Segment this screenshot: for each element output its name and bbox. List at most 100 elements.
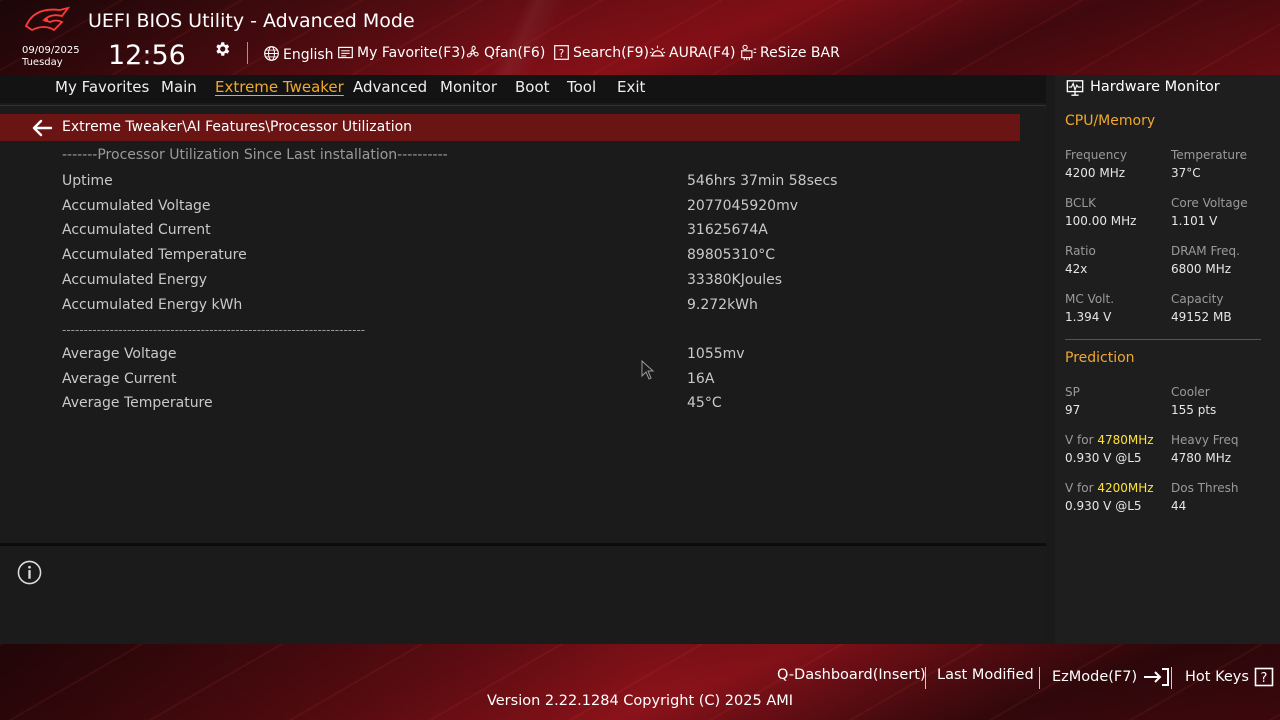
row-label: Average Temperature bbox=[62, 395, 213, 411]
hw-value-dram-freq: 6800 MHz bbox=[1171, 262, 1232, 276]
info-row-accumulated-energy-kwh[interactable]: Accumulated Energy kWh 9.272kWh bbox=[62, 297, 1022, 319]
hw-label-v-for-freq-1: V for 4780MHz bbox=[1065, 433, 1154, 447]
hw-value-v-for-freq-2: 0.930 V @L5 bbox=[1065, 499, 1142, 513]
info-row-accumulated-energy[interactable]: Accumulated Energy 33380KJoules bbox=[62, 272, 1022, 294]
hw-label-core-voltage: Core Voltage bbox=[1171, 196, 1248, 210]
v-for-freq-highlight: 4200MHz bbox=[1097, 481, 1154, 495]
row-label: Average Current bbox=[62, 371, 177, 387]
row-value: 1055mv bbox=[687, 346, 745, 362]
help-question-icon: ? bbox=[1254, 667, 1273, 687]
q-dashboard-button[interactable]: Q-Dashboard(Insert) bbox=[777, 667, 926, 683]
row-label: Accumulated Voltage bbox=[62, 198, 211, 214]
aura-button[interactable]: AURA(F4) bbox=[649, 44, 735, 61]
row-value: 16A bbox=[687, 371, 715, 387]
tab-advanced[interactable]: Advanced bbox=[353, 78, 427, 96]
date-display: 09/09/2025 Tuesday bbox=[22, 45, 80, 69]
hw-value-capacity: 49152 MB bbox=[1171, 310, 1232, 324]
hw-label-sp: SP bbox=[1065, 385, 1080, 399]
v-for-prefix: V for bbox=[1065, 433, 1098, 447]
my-favorite-button[interactable]: My Favorite(F3) bbox=[337, 44, 466, 61]
favorite-icon bbox=[338, 46, 353, 59]
section-header: -------Processor Utilization Since Last … bbox=[62, 147, 448, 163]
info-row-accumulated-temperature[interactable]: Accumulated Temperature 89805310°C bbox=[62, 247, 1022, 269]
hw-label-cooler: Cooler bbox=[1171, 385, 1210, 399]
tab-boot[interactable]: Boot bbox=[515, 78, 550, 96]
row-value: 546hrs 37min 58secs bbox=[687, 173, 838, 189]
hw-value-dos-thresh: 44 bbox=[1171, 499, 1187, 513]
hw-value-temperature: 37°C bbox=[1171, 166, 1201, 180]
hw-label-heavy-freq: Heavy Freq bbox=[1171, 433, 1239, 447]
footer-separator bbox=[1039, 667, 1040, 689]
exit-to-ezmode-icon bbox=[1143, 668, 1169, 686]
row-value: 89805310°C bbox=[687, 247, 776, 263]
back-arrow-icon[interactable] bbox=[31, 117, 53, 139]
info-row-average-current[interactable]: Average Current 16A bbox=[62, 371, 1022, 393]
gear-icon[interactable] bbox=[213, 40, 231, 58]
hardware-monitor-title: Hardware Monitor bbox=[1090, 79, 1220, 95]
svg-text:?: ? bbox=[1260, 671, 1267, 686]
hw-label-temperature: Temperature bbox=[1171, 148, 1248, 162]
row-value: 9.272kWh bbox=[687, 297, 758, 313]
prediction-heading: Prediction bbox=[1065, 350, 1135, 366]
row-label: Accumulated Energy kWh bbox=[62, 297, 243, 313]
tab-extreme-tweaker[interactable]: Extreme Tweaker bbox=[215, 78, 344, 96]
row-value: 31625674A bbox=[687, 222, 768, 238]
my-favorite-label: My Favorite(F3) bbox=[357, 44, 466, 61]
search-button[interactable]: ? Search(F9) bbox=[553, 44, 649, 61]
aura-icon bbox=[649, 45, 666, 57]
tab-monitor[interactable]: Monitor bbox=[440, 78, 497, 96]
globe-icon bbox=[264, 46, 279, 61]
qfan-button[interactable]: Qfan(F6) bbox=[464, 44, 545, 61]
tab-exit[interactable]: Exit bbox=[617, 78, 645, 96]
help-info-panel bbox=[0, 546, 1046, 644]
section-divider: ----------------------------------------… bbox=[62, 323, 366, 337]
hot-keys-label: Hot Keys bbox=[1185, 669, 1249, 685]
monitor-icon bbox=[1066, 80, 1084, 96]
search-label: Search(F9) bbox=[573, 44, 649, 61]
info-row-average-temperature[interactable]: Average Temperature 45°C bbox=[62, 395, 1022, 417]
svg-text:?: ? bbox=[559, 49, 564, 60]
row-label: Uptime bbox=[62, 173, 113, 189]
hw-value-heavy-freq: 4780 MHz bbox=[1171, 451, 1232, 465]
hw-value-core-voltage: 1.101 V bbox=[1171, 214, 1218, 228]
hw-value-bclk: 100.00 MHz bbox=[1065, 214, 1137, 228]
hw-value-v-for-freq-1: 0.930 V @L5 bbox=[1065, 451, 1142, 465]
row-label: Average Voltage bbox=[62, 346, 177, 362]
hw-value-frequency: 4200 MHz bbox=[1065, 166, 1126, 180]
resize-bar-icon bbox=[741, 44, 757, 61]
info-row-accumulated-voltage[interactable]: Accumulated Voltage 2077045920mv bbox=[62, 198, 1022, 220]
hw-value-cooler: 155 pts bbox=[1171, 403, 1217, 417]
resize-bar-label: ReSize BAR bbox=[760, 44, 840, 61]
ezmode-label: EzMode(F7) bbox=[1052, 669, 1138, 685]
app-title: UEFI BIOS Utility - Advanced Mode bbox=[88, 10, 415, 32]
tab-my-favorites[interactable]: My Favorites bbox=[55, 78, 149, 96]
version-copyright: Version 2.22.1284 Copyright (C) 2025 AMI bbox=[486, 693, 794, 709]
info-row-uptime[interactable]: Uptime 546hrs 37min 58secs bbox=[62, 173, 1022, 195]
info-icon bbox=[17, 560, 42, 585]
section-header-row: -------Processor Utilization Since Last … bbox=[62, 147, 1022, 169]
language-button[interactable]: English bbox=[263, 44, 334, 63]
hw-value-ratio: 42x bbox=[1065, 262, 1088, 276]
clock[interactable]: 12:56 bbox=[108, 40, 186, 71]
cpu-memory-heading: CPU/Memory bbox=[1065, 113, 1156, 129]
aura-label: AURA(F4) bbox=[669, 44, 736, 61]
hw-label-dram-freq: DRAM Freq. bbox=[1171, 244, 1240, 258]
resize-bar-button[interactable]: ReSize BAR bbox=[740, 44, 840, 61]
header-divider bbox=[247, 42, 248, 64]
fan-icon bbox=[466, 45, 479, 58]
hot-keys-button[interactable]: Hot Keys ? bbox=[1185, 667, 1274, 687]
tab-tool[interactable]: Tool bbox=[567, 78, 596, 96]
ezmode-button[interactable]: EzMode(F7) bbox=[1052, 667, 1170, 687]
rog-logo-icon bbox=[24, 6, 70, 32]
info-row-accumulated-current[interactable]: Accumulated Current 31625674A bbox=[62, 222, 1022, 244]
last-modified-button[interactable]: Last Modified bbox=[937, 667, 1034, 683]
footer-separator bbox=[1171, 667, 1172, 689]
breadcrumb: Extreme Tweaker\AI Features\Processor Ut… bbox=[62, 119, 413, 135]
tab-main[interactable]: Main bbox=[161, 78, 197, 96]
qfan-label: Qfan(F6) bbox=[484, 44, 546, 61]
v-for-freq-highlight: 4780MHz bbox=[1097, 433, 1154, 447]
date-text: 09/09/2025 bbox=[22, 45, 80, 56]
hw-label-mc-volt: MC Volt. bbox=[1065, 292, 1115, 306]
row-value: 33380KJoules bbox=[687, 272, 783, 288]
info-row-average-voltage[interactable]: Average Voltage 1055mv bbox=[62, 346, 1022, 368]
